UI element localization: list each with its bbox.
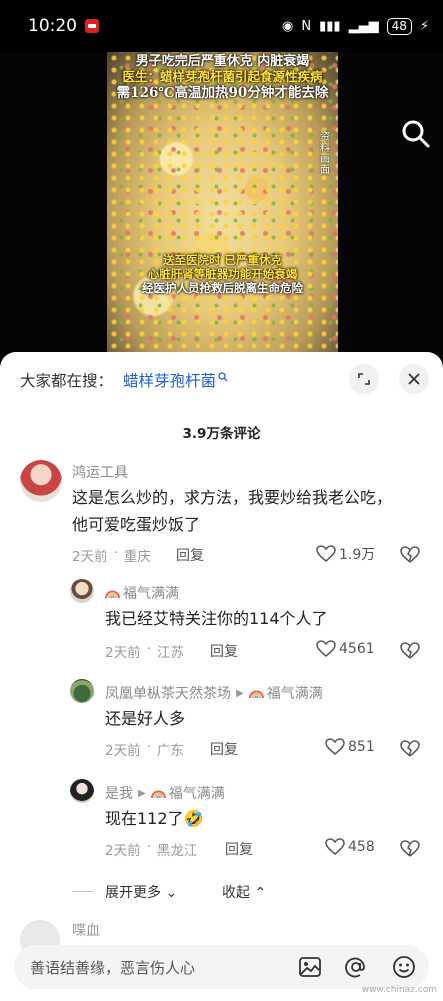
thread-controls: 展开更多 ⌄ 收起 ⌃ <box>0 882 443 902</box>
heart-icon <box>316 640 336 657</box>
search-icon <box>218 372 228 382</box>
comment-text: 我已经艾特关注你的114个人了 <box>105 609 328 628</box>
comment-text-line: 他可爱吃蛋炒饭了 <box>72 515 201 534</box>
like-count: 4561 <box>339 641 375 657</box>
like-count: 851 <box>348 739 375 755</box>
eye-icon: ◉ <box>282 18 294 34</box>
comment-count: 3.9万条评论 <box>182 426 261 442</box>
comment-input[interactable]: 善语结善缘，恶言伤人心 <box>14 945 429 989</box>
comment-location: 广东 <box>156 743 184 759</box>
charging-icon: ⚡ <box>419 18 429 34</box>
status-time: 10:20 <box>28 16 77 36</box>
like-button[interactable]: 1.9万 <box>316 544 375 564</box>
broken-heart-icon[interactable] <box>400 642 420 660</box>
comment-text: 这是怎么炒的，求方法，我要炒给我老公吃， 他可爱吃蛋炒饭了 <box>72 484 392 538</box>
wifi-icon: ▂▄▆ <box>348 18 379 34</box>
comment-meta: 2天前 · 重庆 <box>72 545 151 565</box>
rainbow-icon <box>248 690 264 698</box>
broken-heart-icon[interactable] <box>400 740 420 758</box>
divider <box>72 891 94 892</box>
avatar[interactable] <box>70 779 94 803</box>
chevron-down-icon: ⌄ <box>165 885 178 901</box>
meta-separator: · <box>146 839 151 855</box>
comment-time: 2天前 <box>72 549 108 565</box>
comment-username-text: 福气满满 <box>123 586 179 602</box>
comment-time: 2天前 <box>105 743 141 759</box>
broken-heart-icon[interactable] <box>400 840 420 858</box>
nfc-icon: N <box>301 18 312 34</box>
expand-button[interactable] <box>349 364 379 394</box>
like-button[interactable]: 851 <box>325 738 375 756</box>
comment-username[interactable]: 福气满满 <box>105 583 179 603</box>
collapse-label: 收起 <box>222 885 250 901</box>
video-caption: 经医护人员抢救后脱离生命危险 <box>142 281 303 295</box>
video-side-label: 资料画面 <box>320 132 330 176</box>
comment-text-line: 这是怎么炒的，求方法，我要炒给我老公吃， <box>72 488 393 507</box>
meta-separator: · <box>146 641 151 657</box>
close-button[interactable] <box>399 364 429 394</box>
at-mention-icon[interactable] <box>344 955 368 979</box>
signal-icon: ▮▮▮ <box>319 18 341 34</box>
meta-separator: · <box>113 545 118 561</box>
heart-icon <box>325 838 345 855</box>
comment-location: 江苏 <box>156 645 184 661</box>
heart-icon <box>325 738 345 755</box>
comment-meta: 2天前 · 广东 <box>105 739 184 759</box>
meta-separator: · <box>146 739 151 755</box>
comment-text: 现在112了🤣 <box>105 809 204 828</box>
broken-heart-icon[interactable] <box>400 546 420 564</box>
avatar[interactable] <box>20 460 62 502</box>
comment-username[interactable]: 鸿运工具 <box>72 462 128 482</box>
comment-username[interactable]: 凤凰单枞茶天然茶场 ▶ 福气满满 <box>105 683 323 703</box>
like-button[interactable]: 4561 <box>316 640 375 658</box>
comment-meta: 2天前 · 江苏 <box>105 641 184 661</box>
comment-location: 重庆 <box>123 549 151 565</box>
search-icon[interactable] <box>398 116 434 152</box>
video-player[interactable]: 男子吃完后严重休克 内脏衰竭 医生：蜡样芽孢杆菌引起食源性疾病 需126℃高温加… <box>0 52 443 362</box>
reply-button[interactable]: 回复 <box>176 545 204 565</box>
comment-time: 2天前 <box>105 843 141 859</box>
like-button[interactable]: 458 <box>325 838 375 856</box>
comment-input-placeholder: 善语结善缘，恶言伤人心 <box>30 959 196 977</box>
comment-text: 还是好人多 <box>105 709 186 728</box>
watermark: www.chinaz.com <box>361 985 437 995</box>
chevron-up-icon: ⌃ <box>254 885 267 901</box>
avatar[interactable] <box>70 579 94 603</box>
comment-location: 黑龙江 <box>156 843 198 859</box>
like-count: 458 <box>348 839 375 855</box>
battery-indicator: 48 <box>386 17 412 35</box>
heart-icon <box>316 545 336 562</box>
collapse-button[interactable]: 收起 ⌃ <box>222 882 266 902</box>
suggested-search-term[interactable]: 蜡样芽孢杆菌 <box>123 369 216 391</box>
comment-meta: 2天前 · 黑龙江 <box>105 839 197 859</box>
reply-button[interactable]: 回复 <box>210 641 238 661</box>
expand-icon <box>358 373 370 385</box>
like-count: 1.9万 <box>339 547 376 563</box>
video-caption: 需126℃高温加热90分钟才能去除 <box>116 85 329 101</box>
suggested-search-label: 大家都在搜： <box>20 372 114 390</box>
emoji-icon[interactable] <box>392 955 416 979</box>
reply-button[interactable]: 回复 <box>225 839 253 859</box>
image-icon[interactable] <box>298 955 322 979</box>
rainbow-icon <box>150 790 166 798</box>
reply-to-username[interactable]: 福气满满 <box>267 683 323 703</box>
avatar[interactable] <box>70 679 94 703</box>
reply-arrow-icon: ▶ <box>236 687 244 699</box>
expand-more-label: 展开更多 <box>105 885 161 901</box>
expand-more-button[interactable]: 展开更多 ⌄ <box>105 882 177 902</box>
rainbow-icon <box>105 590 120 598</box>
comment-time: 2天前 <box>105 645 141 661</box>
reply-arrow-icon: ▶ <box>138 787 146 799</box>
video-frame[interactable]: 男子吃完后严重休克 内脏衰竭 医生：蜡样芽孢杆菌引起食源性疾病 需126℃高温加… <box>107 52 338 357</box>
reply-button[interactable]: 回复 <box>210 739 238 759</box>
status-bar: 10:20 ◉ N ▮▮▮ ▂▄▆ 48 ⚡ <box>0 0 443 52</box>
comment-sheet: 大家都在搜： 蜡样芽孢杆菌 3.9万条评论 鸿运工具 这是怎么炒的，求方法，我要… <box>0 352 443 1001</box>
comment-username[interactable]: 喋血 <box>72 920 100 940</box>
close-icon <box>408 373 420 385</box>
comment-username-text: 凤凰单枞茶天然茶场 <box>105 686 231 702</box>
comment-username[interactable]: 是我 ▶ 福气满满 <box>105 783 225 803</box>
app-notification-icon <box>85 19 99 33</box>
reply-to-username[interactable]: 福气满满 <box>169 783 225 803</box>
comment-username-text: 是我 <box>105 786 133 802</box>
